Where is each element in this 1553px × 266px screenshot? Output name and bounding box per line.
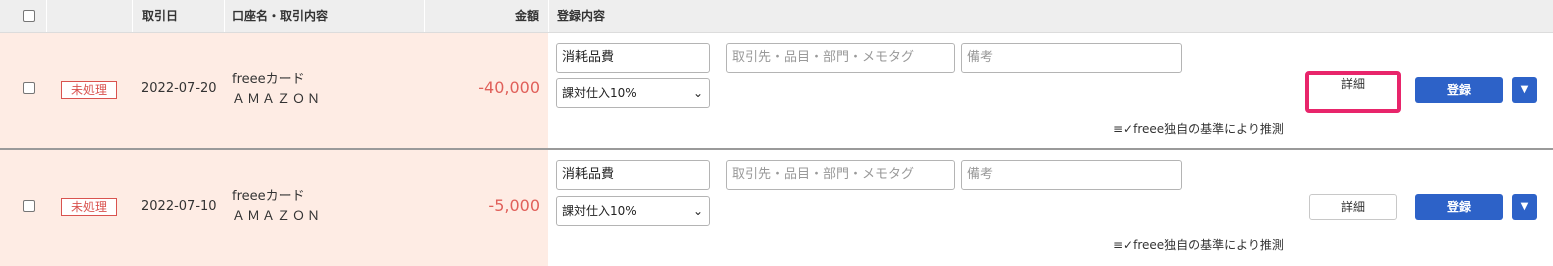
account-item-input[interactable]: 消耗品費 [556,160,710,190]
chevron-down-icon: ⌄ [692,86,703,100]
row-checkbox[interactable] [23,82,35,94]
tax-select-value: 課対仕入10% [562,204,637,218]
transaction-description: ＡＭＡＺＯＮ [232,209,323,224]
memo-input[interactable]: 備考 [961,43,1182,73]
transaction-date: 2022-07-10 [141,199,217,214]
transaction-date: 2022-07-20 [141,81,217,96]
detail-button[interactable]: 詳細 [1305,71,1401,113]
partner-tag-input[interactable]: 取引先・品目・部門・メモタグ [726,160,955,190]
caret-down-icon: ▼ [1520,84,1529,95]
list-check-icon: ≡✓ [1113,238,1134,252]
tax-select[interactable]: 課対仕入10% ⌄ [556,196,710,226]
status-badge: 未処理 [61,198,117,216]
register-button[interactable]: 登録 [1415,77,1503,103]
caret-down-icon: ▼ [1520,201,1529,212]
select-all-checkbox[interactable] [23,10,35,22]
detail-button[interactable]: 詳細 [1309,194,1397,220]
amount: -5,000 [488,196,540,215]
register-dropdown-button[interactable]: ▼ [1512,77,1537,103]
header-amount: 金額 [514,9,539,23]
amount: -40,000 [478,78,540,97]
account-name: freeeカード [232,72,305,87]
guess-note: ≡✓freee独自の基準により推測 [1113,238,1284,252]
row-checkbox[interactable] [23,200,35,212]
table-header: 取引日 口座名・取引内容 金額 登録内容 [0,0,1553,33]
header-account: 口座名・取引内容 [232,9,329,23]
header-date: 取引日 [142,9,179,23]
tax-select[interactable]: 課対仕入10% ⌄ [556,78,710,108]
table-row: 未処理 2022-07-10 freeeカード ＡＭＡＺＯＮ -5,000 消耗… [0,150,1553,266]
transaction-description: ＡＭＡＺＯＮ [232,92,323,107]
account-name: freeeカード [232,189,305,204]
account-item-input[interactable]: 消耗品費 [556,43,710,73]
register-dropdown-button[interactable]: ▼ [1512,194,1537,220]
list-check-icon: ≡✓ [1113,122,1134,136]
table-row: 未処理 2022-07-20 freeeカード ＡＭＡＺＯＮ -40,000 消… [0,33,1553,148]
register-button[interactable]: 登録 [1415,194,1503,220]
status-badge: 未処理 [61,81,117,99]
guess-note: ≡✓freee独自の基準により推測 [1113,122,1284,136]
tax-select-value: 課対仕入10% [562,86,637,100]
memo-input[interactable]: 備考 [961,160,1182,190]
chevron-down-icon: ⌄ [692,204,703,218]
header-registration: 登録内容 [557,9,606,23]
partner-tag-input[interactable]: 取引先・品目・部門・メモタグ [726,43,955,73]
